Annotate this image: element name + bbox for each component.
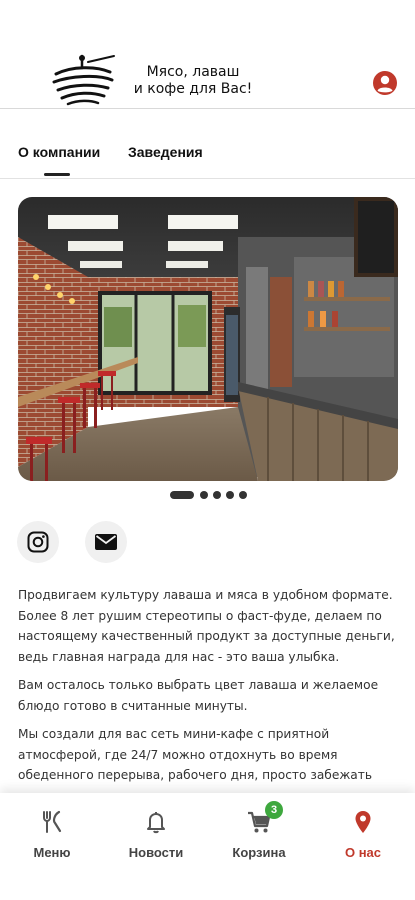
account-circle-icon[interactable] [372,70,398,96]
tab-bar: О компании Заведения [0,124,415,179]
carousel-dot[interactable] [239,491,247,499]
carousel-dot[interactable] [213,491,221,499]
active-tab-indicator [44,173,70,176]
slogan-line-1: Мясо, лаваш [146,64,240,80]
brand-slogan: Мясо, лаваш и кофе для Вас! [128,64,258,98]
cafe-interior-photo[interactable] [18,197,398,481]
carousel-dot[interactable] [226,491,234,499]
instagram-button[interactable] [17,521,59,563]
nav-cart-label: Корзина [232,845,286,860]
mail-button[interactable] [85,521,127,563]
nav-menu-label: Меню [33,845,71,860]
bell-icon [147,812,165,834]
slogan-line-2: и кофе для Вас! [133,81,253,97]
brand-logo [52,54,115,106]
about-paragraph-3: Мы создали для вас сеть мини-кафе с прия… [18,727,373,782]
nav-about-us[interactable]: О нас [318,809,408,869]
tab-about-company[interactable]: О компании [18,144,100,160]
carousel-dot-active[interactable] [170,491,194,499]
mail-icon [95,534,117,550]
nav-about-us-label: О нас [344,845,382,860]
about-text: Продвигаем культуру лаваша и мяса в удоб… [18,585,396,794]
nav-cart[interactable]: 3 Корзина [214,801,304,869]
app-header: Мясо, лаваш и кофе для Вас! [0,0,415,109]
bottom-navigation: Меню Новости 3 Корзина О нас [0,793,415,900]
fork-knife-icon [43,810,62,833]
about-paragraph-1: Продвигаем культуру лаваша и мяса в удоб… [18,588,395,664]
cart-count-badge: 3 [265,801,283,819]
tab-venues[interactable]: Заведения [128,144,203,160]
about-paragraph-2: Вам осталось только выбрать цвет лаваша … [18,678,379,713]
nav-menu[interactable]: Меню [7,809,97,869]
nav-news-label: Новости [128,845,184,860]
instagram-icon [27,531,49,553]
location-pin-icon [355,811,371,833]
carousel-dot[interactable] [200,491,208,499]
nav-news[interactable]: Новости [111,809,201,869]
